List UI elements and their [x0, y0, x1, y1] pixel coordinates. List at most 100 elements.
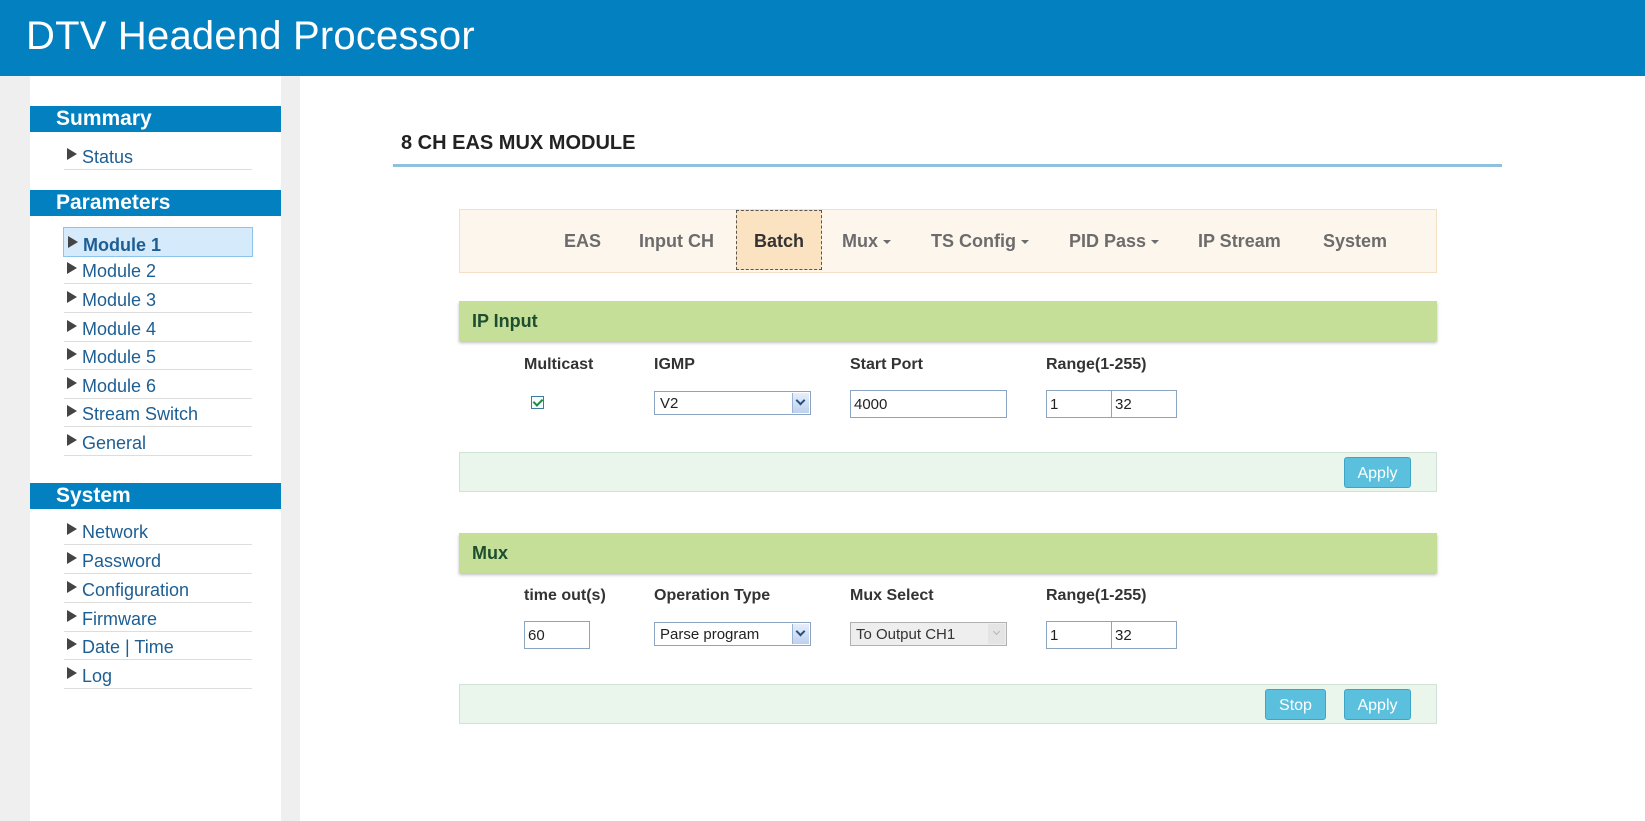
mux-stop-button[interactable]: Stop	[1265, 689, 1326, 720]
tab-bar: EAS Input CH Batch Mux TS Config PID Pas…	[459, 209, 1437, 273]
range-label: Range(1-255)	[1046, 356, 1147, 373]
title-divider	[393, 164, 1502, 167]
tab-system[interactable]: System	[1323, 210, 1387, 272]
arrow-right-icon	[67, 667, 77, 679]
sidebar-item-label: General	[82, 433, 147, 453]
sidebar-item-module-3[interactable]: Module 3	[64, 285, 252, 313]
sidebar-item-label: Network	[82, 522, 149, 542]
arrow-right-icon	[67, 291, 77, 303]
sidebar-item-label: Module 1	[83, 235, 162, 255]
tab-input-ch[interactable]: Input CH	[639, 210, 714, 272]
sidebar-item-network[interactable]: Network	[64, 517, 252, 545]
arrow-right-icon	[67, 348, 77, 360]
mux-range-label: Range(1-255)	[1046, 587, 1147, 604]
caret-down-icon	[883, 240, 891, 245]
sidebar-item-label: Log	[82, 666, 113, 686]
page-title: 8 CH EAS MUX MODULE	[401, 132, 636, 154]
sidebar-item-label: Module 6	[82, 376, 157, 396]
sidebar-item-general[interactable]: General	[64, 428, 252, 456]
sidebar-item-label: Configuration	[82, 580, 190, 600]
timeout-label: time out(s)	[524, 587, 606, 604]
operation-type-select[interactable]: Parse program	[654, 622, 811, 646]
sidebar-item-module-4[interactable]: Module 4	[64, 314, 252, 342]
checkmark-icon	[532, 396, 544, 407]
tab-ts-config[interactable]: TS Config	[931, 210, 1029, 272]
dropdown-button[interactable]	[792, 624, 809, 644]
tab-label: TS Config	[931, 231, 1016, 251]
sidebar-item-password[interactable]: Password	[64, 546, 252, 574]
sidebar-item-label: Module 2	[82, 261, 157, 281]
tab-batch[interactable]: Batch	[736, 210, 822, 270]
operation-type-label: Operation Type	[654, 587, 771, 604]
chevron-down-icon	[795, 395, 806, 406]
igmp-select[interactable]: V2	[654, 391, 811, 415]
ip-range-to-input[interactable]	[1111, 390, 1177, 418]
arrow-right-icon	[67, 581, 77, 593]
sidebar-item-configuration[interactable]: Configuration	[64, 575, 252, 603]
timeout-input[interactable]	[524, 621, 590, 649]
chevron-down-icon	[992, 627, 1001, 636]
ip-input-apply-button[interactable]: Apply	[1344, 457, 1411, 488]
mux-apply-button[interactable]: Apply	[1344, 689, 1411, 720]
caret-down-icon	[1151, 240, 1160, 245]
arrow-right-icon	[67, 552, 77, 564]
arrow-right-icon	[67, 523, 77, 535]
tab-pid-pass[interactable]: PID Pass	[1069, 210, 1160, 272]
igmp-select-value: V2	[660, 395, 679, 412]
sidebar-item-log[interactable]: Log	[64, 661, 252, 689]
multicast-checkbox[interactable]	[531, 396, 544, 409]
arrow-right-icon	[67, 434, 77, 446]
igmp-label: IGMP	[654, 356, 695, 373]
app-header: DTV Headend Processor	[0, 0, 1645, 76]
tab-label: PID Pass	[1069, 231, 1147, 251]
sidebar-item-label: Password	[82, 551, 162, 571]
mux-select-value: To Output CH1	[856, 626, 956, 643]
sidebar-item-date-time[interactable]: Date | Time	[64, 632, 252, 660]
sidebar: Summary Status Parameters Module 1 Modul…	[30, 76, 281, 821]
sidebar-item-module-5[interactable]: Module 5	[64, 342, 252, 370]
start-port-input[interactable]	[850, 390, 1007, 418]
chevron-down-icon	[795, 626, 806, 637]
mux-action-bar: Stop Apply	[459, 684, 1437, 724]
tab-ip-stream[interactable]: IP Stream	[1198, 210, 1281, 272]
app-title: DTV Headend Processor	[26, 14, 475, 58]
tab-mux[interactable]: Mux	[842, 210, 891, 272]
sidebar-item-module-1[interactable]: Module 1	[63, 227, 253, 257]
sidebar-item-module-6[interactable]: Module 6	[64, 371, 252, 399]
caret-down-icon	[1020, 240, 1029, 245]
sidebar-item-label: Stream Switch	[82, 404, 199, 424]
arrow-right-icon	[67, 638, 77, 650]
sidebar-item-label: Module 3	[82, 290, 157, 310]
ip-range-from-input[interactable]	[1046, 390, 1112, 418]
mux-select-dropdown: To Output CH1	[850, 622, 1007, 646]
sidebar-item-label: Module 5	[82, 347, 157, 367]
sidebar-item-stream-switch[interactable]: Stream Switch	[64, 399, 252, 427]
arrow-right-icon	[67, 377, 77, 389]
sidebar-item-module-2[interactable]: Module 2	[64, 256, 252, 284]
sidebar-item-label: Firmware	[82, 609, 157, 629]
sidebar-item-label: Status	[82, 147, 134, 167]
dropdown-button[interactable]	[792, 393, 809, 413]
mux-range-from-input[interactable]	[1046, 621, 1112, 649]
ip-input-action-bar: Apply	[459, 452, 1437, 492]
multicast-label: Multicast	[524, 356, 594, 373]
sidebar-section-parameters: Parameters	[30, 190, 281, 216]
start-port-label: Start Port	[850, 356, 923, 373]
ip-input-panel-header: IP Input	[459, 301, 1437, 341]
arrow-right-icon	[67, 262, 77, 274]
sidebar-section-system: System	[30, 483, 281, 509]
sidebar-item-status[interactable]: Status	[64, 142, 252, 170]
tab-eas[interactable]: EAS	[564, 210, 601, 272]
mux-range-to-input[interactable]	[1111, 621, 1177, 649]
sidebar-item-label: Date | Time	[82, 637, 174, 657]
arrow-right-icon	[67, 610, 77, 622]
sidebar-item-label: Module 4	[82, 319, 157, 339]
main-content: 8 CH EAS MUX MODULE EAS Input CH Batch M…	[300, 76, 1645, 821]
sidebar-item-firmware[interactable]: Firmware	[64, 604, 252, 632]
arrow-right-icon	[67, 320, 77, 332]
operation-type-value: Parse program	[660, 626, 760, 643]
arrow-right-icon	[67, 148, 77, 160]
sidebar-section-summary: Summary	[30, 106, 281, 132]
arrow-right-icon	[68, 236, 78, 248]
arrow-right-icon	[67, 405, 77, 417]
